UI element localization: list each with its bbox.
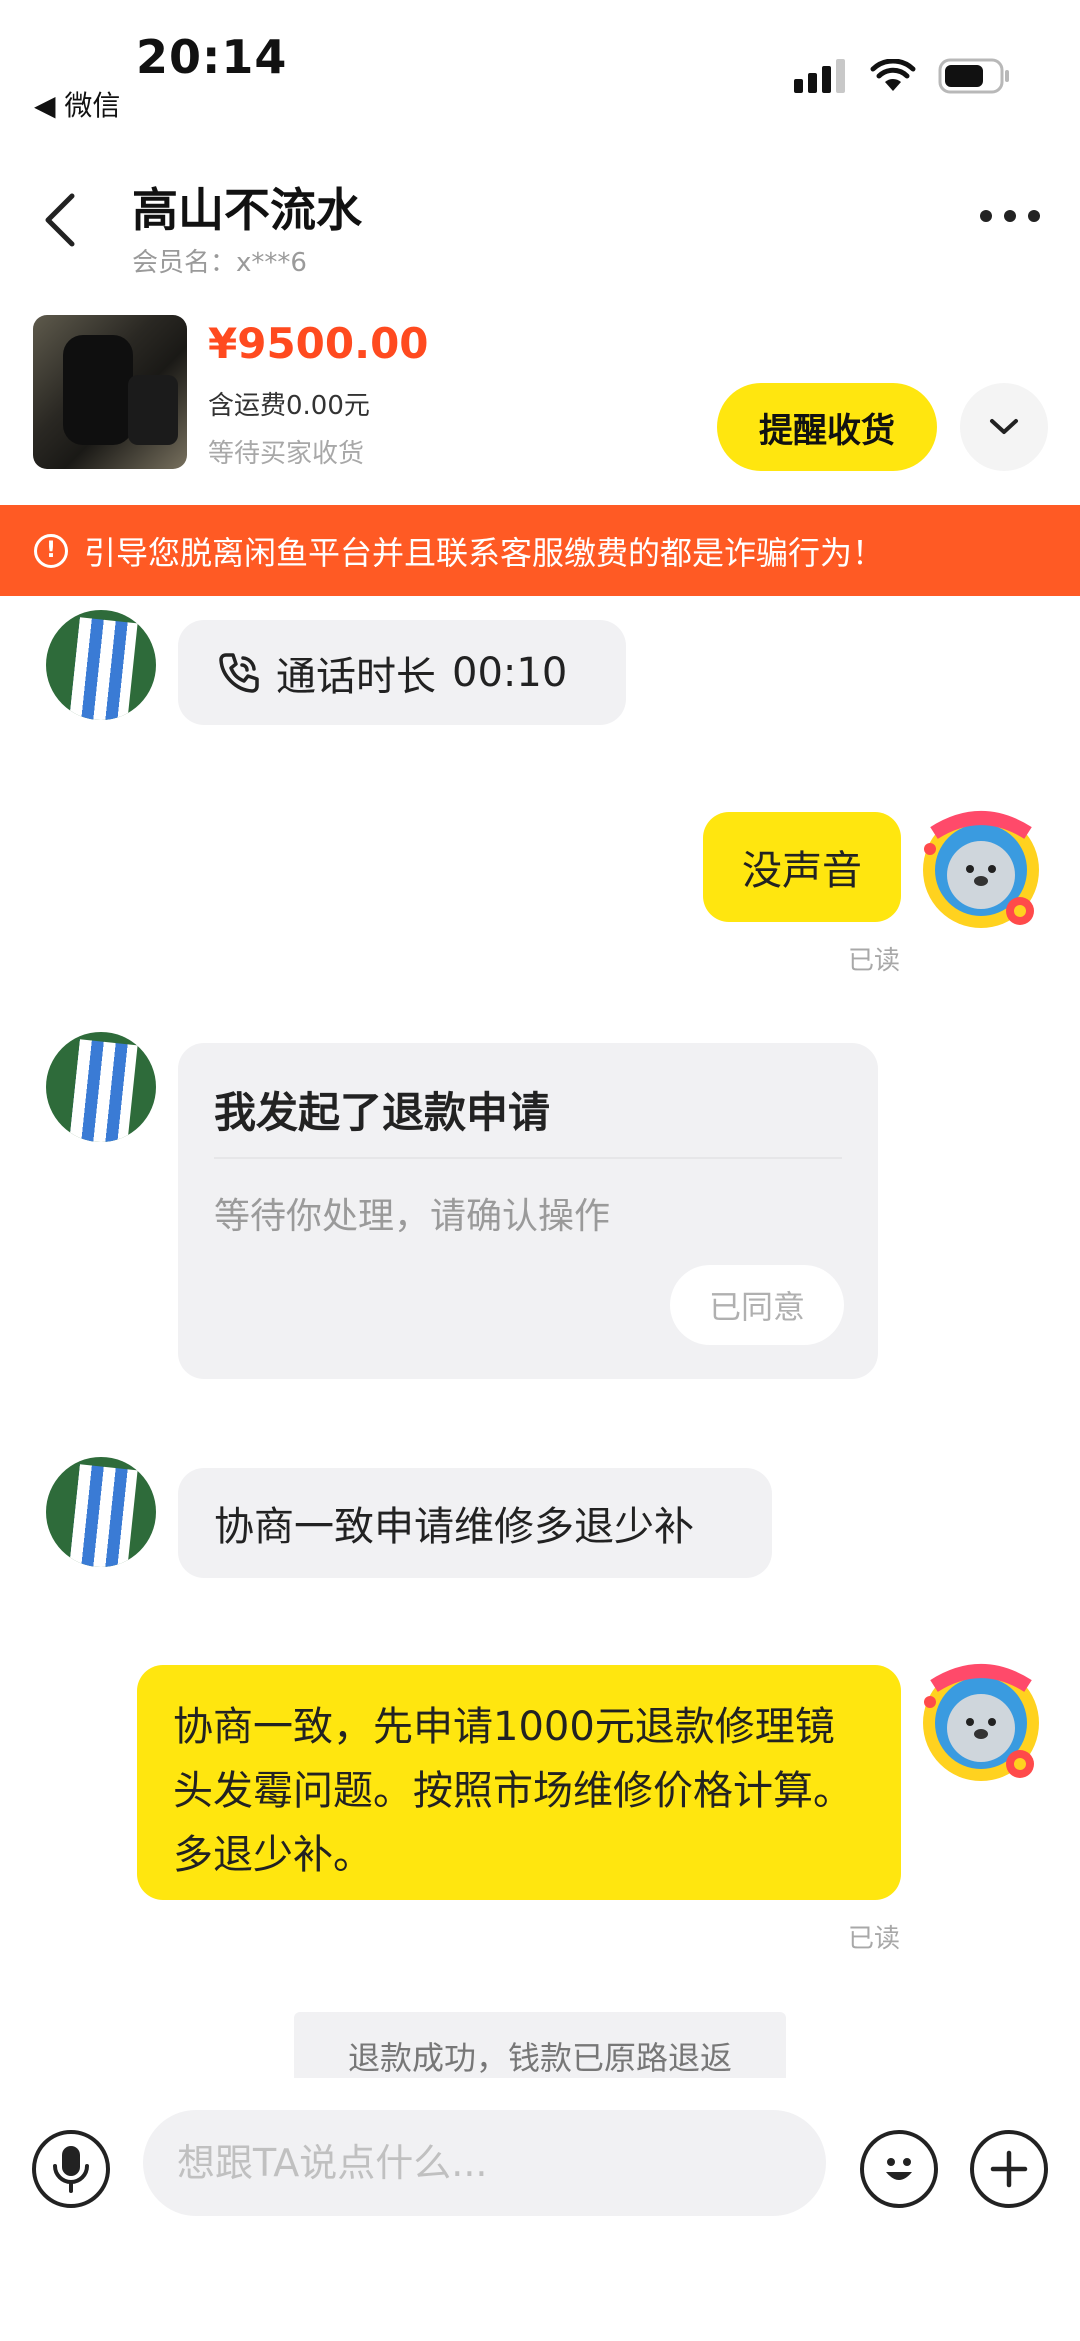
- status-icons: [794, 58, 1010, 94]
- member-id: x***6: [236, 248, 307, 278]
- call-label: 通话时长: [276, 653, 436, 700]
- seal-mascot-icon: [923, 1664, 1039, 1781]
- more-dot-icon: [1028, 210, 1040, 222]
- read-status: 已读: [847, 1924, 900, 1954]
- avatar-other[interactable]: [46, 1457, 156, 1567]
- more-options-button[interactable]: [980, 210, 1040, 222]
- chat-title: 高山不流水: [132, 183, 362, 237]
- battery-icon: [938, 58, 1009, 94]
- signal-icon: [794, 59, 845, 93]
- microphone-icon: [53, 2146, 89, 2193]
- fraud-warning-banner: ! 引导您脱离闲鱼平台并且联系客服缴费的都是诈骗行为！: [0, 505, 1080, 596]
- message-text: 协商一致申请维修多退少补: [214, 1504, 694, 1550]
- divider: [214, 1157, 842, 1159]
- avatar-self[interactable]: [916, 805, 1046, 935]
- message-text: 协商一致，先申请1000元退款修理镜头发霉问题。按照市场维修价格计算。多退少补。: [173, 1704, 853, 1878]
- more-dot-icon: [1004, 210, 1016, 222]
- shipping-fee: 含运费0.00元: [208, 391, 370, 421]
- back-to-wechat-link[interactable]: ◀ 微信: [34, 84, 120, 124]
- wifi-icon: [870, 59, 916, 91]
- status-bar: 20:14 ◀ 微信: [0, 0, 1080, 140]
- smiley-icon: [886, 2158, 912, 2180]
- order-status: 等待买家收货: [208, 439, 365, 469]
- refund-description: 等待你处理，请确认操作: [214, 1196, 611, 1237]
- phone-icon: [219, 652, 259, 693]
- voice-input-button[interactable]: [32, 2130, 110, 2208]
- refund-title: 我发起了退款申请: [214, 1088, 551, 1137]
- more-actions-button[interactable]: [970, 2130, 1048, 2208]
- plus-icon: [990, 2150, 1028, 2188]
- more-dot-icon: [980, 210, 992, 222]
- emoji-button[interactable]: [860, 2130, 938, 2208]
- order-card[interactable]: ¥9500.00 含运费0.00元 等待买家收货 提醒收货: [0, 305, 1080, 500]
- input-bar: [0, 2078, 1080, 2341]
- chevron-left-icon: [45, 193, 75, 247]
- warning-text: 引导您脱离闲鱼平台并且联系客服缴费的都是诈骗行为！: [84, 533, 885, 572]
- refund-agreed-button[interactable]: 已同意: [670, 1265, 844, 1345]
- refund-request-card[interactable]: 我发起了退款申请 等待你处理，请确认操作 已同意: [178, 1043, 878, 1379]
- seal-mascot-icon: [923, 811, 1039, 928]
- read-status: 已读: [847, 946, 900, 976]
- message-bubble-self[interactable]: 没声音: [703, 812, 901, 922]
- message-input[interactable]: [143, 2110, 826, 2216]
- back-button[interactable]: [40, 190, 90, 260]
- member-label: 会员名：: [132, 248, 237, 278]
- call-record-bubble[interactable]: 通话时长 00:10: [178, 620, 626, 725]
- chevron-down-icon: [990, 419, 1018, 434]
- chat-header: 高山不流水 会员名：x***6: [0, 150, 1080, 290]
- order-price: ¥9500.00: [208, 319, 429, 368]
- message-bubble-self[interactable]: 协商一致，先申请1000元退款修理镜头发霉问题。按照市场维修价格计算。多退少补。: [137, 1665, 901, 1900]
- message-bubble-other[interactable]: 协商一致申请维修多退少补: [178, 1468, 772, 1578]
- alert-icon: !: [34, 533, 68, 568]
- avatar-other[interactable]: [46, 610, 156, 720]
- remind-receipt-button[interactable]: 提醒收货: [717, 383, 937, 471]
- expand-order-button[interactable]: [960, 383, 1048, 471]
- status-time: 20:14: [136, 30, 288, 84]
- message-text: 没声音: [742, 848, 862, 894]
- product-thumbnail[interactable]: [33, 315, 187, 469]
- avatar-other[interactable]: [46, 1032, 156, 1142]
- avatar-self[interactable]: [916, 1658, 1046, 1788]
- member-name: 会员名：x***6: [132, 242, 307, 279]
- call-duration: 00:10: [452, 649, 568, 696]
